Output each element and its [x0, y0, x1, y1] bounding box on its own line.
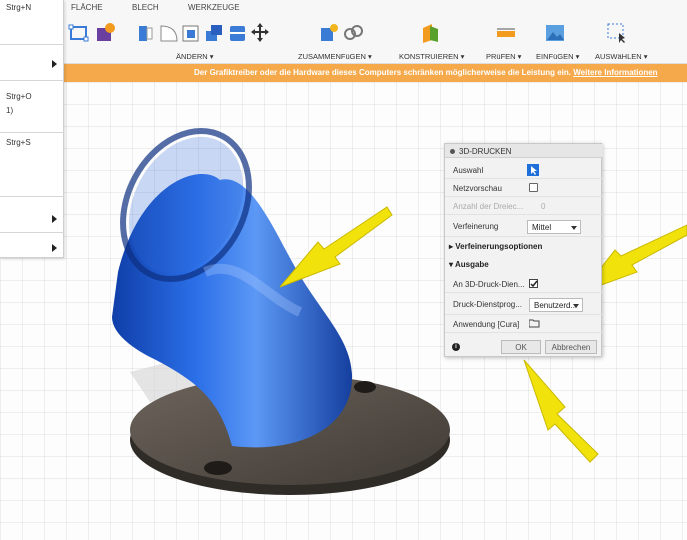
- application-label: Anwendung [Cura]: [453, 320, 520, 329]
- selection-label: Auswahl: [453, 166, 484, 175]
- combine-icon[interactable]: [204, 22, 224, 44]
- chevron-down-icon: [571, 226, 577, 230]
- ribbon-toolbar: FLÄCHE BLECH WERKZEUGE ÄNDERN ▾ ZUSAMMEN…: [64, 0, 687, 64]
- annotation-arrow-ok: [523, 359, 599, 463]
- group-aendern[interactable]: ÄNDERN ▾: [176, 52, 214, 61]
- performance-warning-banner: Der Grafiktreiber oder die Hardware dies…: [64, 64, 687, 82]
- send-to-3d-label: An 3D-Druck-Dien...: [453, 280, 525, 289]
- triangle-count-value: 0: [541, 202, 546, 211]
- cancel-button[interactable]: Abbrechen: [545, 340, 597, 354]
- selection-cursor-icon[interactable]: [527, 164, 539, 176]
- print-3d-dialog: 3D-DRUCKEN Auswahl Netzvorschau Anzahl d…: [444, 143, 603, 357]
- group-pruefen[interactable]: PRüFEN ▾: [486, 52, 521, 61]
- send-to-3d-checkbox[interactable]: [529, 279, 538, 288]
- dialog-title: 3D-DRUCKEN: [459, 147, 512, 156]
- file-menu: Strg+N Strg+O 1) Strg+S: [0, 0, 64, 258]
- menu-shortcut-open[interactable]: Strg+O: [0, 92, 64, 106]
- banner-more-info-link[interactable]: Weitere Informationen: [573, 68, 657, 77]
- move-icon[interactable]: [250, 22, 270, 44]
- select-icon[interactable]: [606, 22, 628, 44]
- row-application: Anwendung [Cura]: [445, 315, 603, 333]
- insert-image-icon[interactable]: [544, 22, 566, 44]
- refinement-value: Mittel: [532, 223, 552, 232]
- print-utility-value: Benutzerd...: [534, 301, 578, 310]
- mesh-preview-label: Netzvorschau: [453, 184, 502, 193]
- dialog-title-bar[interactable]: 3D-DRUCKEN: [445, 144, 603, 158]
- menu-shortcut-save[interactable]: Strg+S: [0, 138, 64, 152]
- menu-shortcut-new[interactable]: Strg+N: [0, 3, 64, 17]
- menu-divider: [0, 80, 64, 81]
- row-send-to-3d: An 3D-Druck-Dien...: [445, 275, 603, 293]
- output-section-label: Ausgabe: [454, 260, 489, 269]
- output-section[interactable]: ▾ Ausgabe: [449, 260, 489, 269]
- row-triangle-count: Anzahl der Dreiec... 0: [445, 197, 603, 215]
- refinement-options-label: Verfeinerungsoptionen: [455, 242, 543, 251]
- folder-icon[interactable]: [528, 319, 540, 330]
- banner-text: Der Grafiktreiber oder die Hardware dies…: [194, 68, 572, 77]
- row-selection: Auswahl: [445, 161, 603, 179]
- print-utility-select[interactable]: Benutzerd...: [529, 298, 583, 312]
- elbow-pipe: [112, 127, 353, 448]
- menu-divider: [0, 44, 64, 45]
- plane-icon[interactable]: [420, 22, 440, 44]
- measure-icon[interactable]: [495, 22, 517, 44]
- refinement-select[interactable]: Mittel: [527, 220, 581, 234]
- row-print-utility: Druck-Dienstprog... Benutzerd...: [445, 295, 603, 315]
- annotation-arrow-pipe: [279, 206, 393, 288]
- group-konstruieren[interactable]: KONSTRUIEREN ▾: [399, 52, 464, 61]
- mesh-preview-checkbox[interactable]: [529, 183, 538, 192]
- dialog-collapse-icon[interactable]: [450, 149, 455, 154]
- menu-divider: [0, 196, 64, 197]
- fillet-icon[interactable]: [159, 22, 179, 44]
- create-form-icon[interactable]: [94, 22, 116, 44]
- ok-button[interactable]: OK: [501, 340, 541, 354]
- menu-divider: [0, 132, 64, 133]
- submenu-arrow-icon[interactable]: [52, 244, 57, 252]
- info-icon[interactable]: i: [452, 343, 460, 351]
- row-refinement: Verfeinerung Mittel: [445, 217, 603, 237]
- split-body-icon[interactable]: [228, 22, 248, 44]
- group-auswaehlen[interactable]: AUSWäHLEN ▾: [595, 52, 648, 61]
- group-zusammenfuegen[interactable]: ZUSAMMENFüGEN ▾: [298, 52, 372, 61]
- submenu-arrow-icon[interactable]: [52, 60, 57, 68]
- sketch-icon[interactable]: [68, 22, 90, 44]
- refinement-options-section[interactable]: ▸ Verfeinerungsoptionen: [449, 242, 542, 251]
- press-pull-icon[interactable]: [136, 22, 156, 44]
- menu-divider: [0, 232, 64, 233]
- menu-item-partial[interactable]: 1): [0, 106, 64, 120]
- refinement-label: Verfeinerung: [453, 222, 499, 231]
- new-component-icon[interactable]: [318, 22, 340, 44]
- chevron-down-icon: [573, 304, 579, 308]
- submenu-arrow-icon[interactable]: [52, 215, 57, 223]
- joint-icon[interactable]: [342, 22, 364, 44]
- print-utility-label: Druck-Dienstprog...: [453, 300, 522, 309]
- shell-icon[interactable]: [181, 22, 201, 44]
- row-mesh-preview: Netzvorschau: [445, 179, 603, 197]
- group-einfuegen[interactable]: EINFüGEN ▾: [536, 52, 579, 61]
- triangle-count-label: Anzahl der Dreiec...: [453, 202, 524, 211]
- tab-werkzeuge[interactable]: WERKZEUGE: [188, 3, 240, 12]
- tab-flaeche[interactable]: FLÄCHE: [71, 3, 103, 12]
- tab-blech[interactable]: BLECH: [132, 3, 159, 12]
